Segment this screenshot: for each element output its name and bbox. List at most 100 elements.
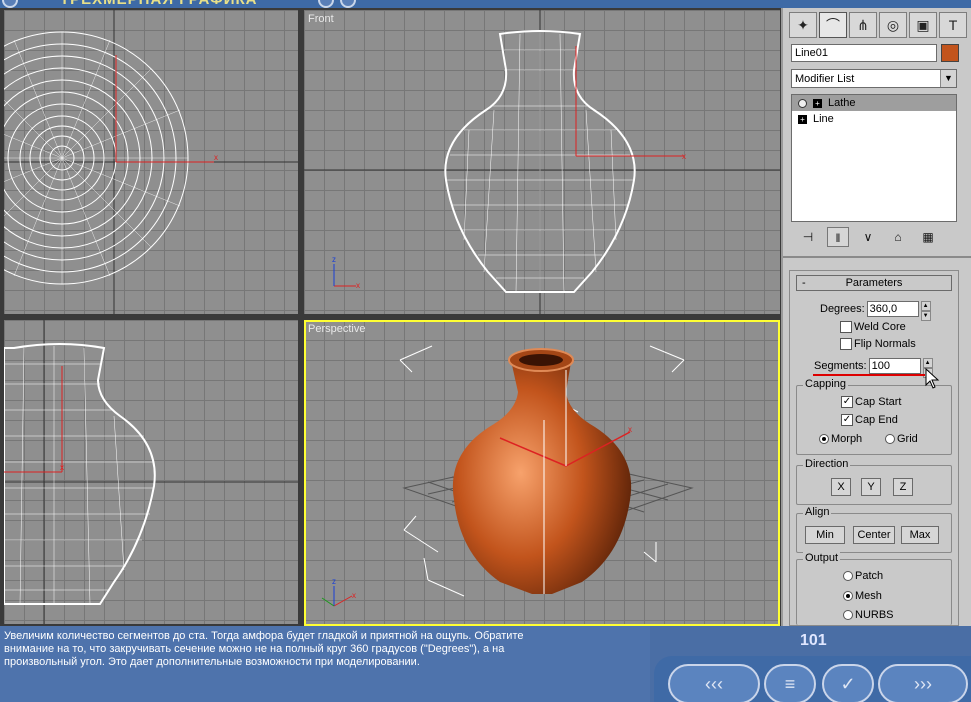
cap-end-checkbox[interactable]: ✓ [841, 414, 853, 426]
menu-button[interactable]: ≡ [764, 664, 816, 702]
remove-modifier-icon[interactable]: ⌂ [887, 227, 909, 247]
app-title: ТРЕХМЕРНАЯ ГРАФИКА [60, 0, 258, 8]
svg-text:x: x [682, 152, 686, 161]
direction-group: Direction X Y Z [796, 458, 952, 505]
divider [783, 256, 971, 258]
forward-button[interactable]: ››› [878, 664, 968, 702]
direction-z-button[interactable]: Z [893, 478, 913, 496]
viewport-area: x Front x z x x Perspective x z x [0, 8, 781, 626]
viewport-top[interactable]: x [4, 10, 298, 314]
create-icon[interactable]: ✦ [789, 12, 817, 38]
direction-x-button[interactable]: X [831, 478, 851, 496]
flip-normals-checkbox[interactable] [840, 338, 852, 350]
degrees-spinner[interactable]: ▲ ▼ [920, 301, 931, 321]
show-end-result-icon[interactable]: ‖ [827, 227, 849, 247]
morph-radio[interactable] [819, 434, 829, 444]
stack-item-line[interactable]: + Line [792, 111, 956, 127]
segments-highlight-underline [813, 374, 925, 376]
rollout-title: Parameters [845, 277, 903, 289]
patch-radio[interactable] [843, 571, 853, 581]
left-view-wireframe: x [4, 320, 298, 624]
svg-text:z: z [332, 577, 336, 586]
rollout-header[interactable]: - Parameters [796, 275, 952, 291]
command-panel: ✦ ⌒ ⋔ ◎ ▣ T Line01 Modifier List ▼ + Lat… [781, 8, 971, 626]
top-view-wireframe: x [4, 10, 298, 314]
cap-start-checkbox[interactable]: ✓ [841, 396, 853, 408]
align-title: Align [803, 506, 832, 518]
align-min-button[interactable]: Min [805, 526, 845, 544]
flip-normals-row: Flip Normals [840, 338, 916, 350]
output-group: Output Patch Mesh NURBS [796, 552, 952, 625]
svg-text:x: x [214, 153, 218, 162]
svg-text:x: x [628, 425, 632, 434]
segments-label: Segments: [814, 360, 867, 372]
modifier-list-label: Modifier List [795, 73, 855, 85]
direction-y-button[interactable]: Y [861, 478, 881, 496]
make-unique-icon[interactable]: ∨ [857, 227, 879, 247]
pin-stack-icon[interactable]: ⊣ [797, 227, 819, 247]
plus-icon[interactable]: + [798, 114, 807, 124]
caption-line: Увеличим количество сегментов до ста. То… [4, 630, 524, 642]
align-center-button[interactable]: Center [853, 526, 895, 544]
morph-label: Morph [831, 433, 863, 445]
object-name-field[interactable]: Line01 [791, 44, 937, 62]
collapse-icon: - [802, 277, 806, 289]
align-group: Align Min Center Max [796, 506, 952, 553]
window-knob-icon[interactable] [318, 0, 334, 8]
segments-row: Segments: 100 ▲▼ [814, 358, 933, 378]
svg-text:x: x [60, 463, 64, 472]
viewport-perspective[interactable]: Perspective x z x [304, 320, 780, 626]
weld-core-row: Weld Core [840, 321, 906, 333]
check-button[interactable]: ✓ [822, 664, 874, 702]
tutorial-caption: Увеличим количество сегментов до ста. То… [0, 626, 650, 702]
display-icon[interactable]: ▣ [909, 12, 937, 38]
cap-start-label: Cap Start [855, 396, 902, 408]
stack-item-lathe[interactable]: + Lathe [792, 95, 956, 111]
object-color-swatch[interactable] [941, 44, 959, 62]
grid-radio[interactable] [885, 434, 895, 444]
nurbs-label: NURBS [855, 609, 894, 621]
caption-line: произвольный угол. Это дает дополнительн… [4, 656, 420, 668]
svg-text:z: z [332, 255, 336, 264]
morph-row: Morph [819, 433, 862, 445]
mesh-row: Mesh [843, 590, 882, 602]
stack-toolbar: ⊣ ‖ ∨ ⌂ ▦ [797, 226, 957, 248]
window-knob-icon[interactable] [2, 0, 18, 8]
motion-icon[interactable]: ◎ [879, 12, 907, 38]
viewport-front[interactable]: Front x z x [304, 10, 780, 314]
viewport-left[interactable]: x [4, 320, 298, 624]
output-title: Output [803, 552, 841, 564]
cap-end-row: ✓ Cap End [841, 414, 898, 426]
svg-text:x: x [356, 281, 360, 290]
chevron-down-icon[interactable]: ▼ [940, 70, 956, 87]
modifier-list-dropdown[interactable]: Modifier List ▼ [791, 69, 957, 88]
flip-normals-label: Flip Normals [854, 338, 916, 350]
window-knob-icon[interactable] [340, 0, 356, 8]
cap-start-row: ✓ Cap Start [841, 396, 901, 408]
align-max-button[interactable]: Max [901, 526, 939, 544]
hierarchy-icon[interactable]: ⋔ [849, 12, 877, 38]
configure-sets-icon[interactable]: ▦ [917, 227, 939, 247]
degrees-field[interactable]: 360,0 [866, 301, 919, 317]
back-button[interactable]: ‹‹‹ [668, 664, 760, 702]
parameters-rollout: - Parameters Degrees: 360,0 ▲ ▼ Weld Core… [789, 270, 959, 626]
page-number: 101 [800, 632, 827, 649]
bulb-icon[interactable] [798, 98, 807, 108]
nurbs-row: NURBS [843, 609, 894, 621]
capping-group: Capping ✓ Cap Start ✓ Cap End Morph Grid [796, 378, 952, 455]
direction-title: Direction [803, 458, 851, 470]
modify-icon[interactable]: ⌒ [819, 12, 847, 38]
caption-line: внимание на то, что закручивать сечение … [4, 643, 505, 655]
degrees-row: Degrees: 360,0 ▲ ▼ [820, 301, 931, 321]
utilities-icon[interactable]: T [939, 12, 967, 38]
weld-core-checkbox[interactable] [840, 321, 852, 333]
plus-icon[interactable]: + [813, 98, 822, 108]
app-window: ТРЕХМЕРНАЯ ГРАФИКА [0, 0, 971, 702]
weld-core-label: Weld Core [854, 321, 906, 333]
segments-field[interactable]: 100 [868, 358, 921, 374]
vase-shape [452, 352, 632, 594]
perspective-render: x z x [321, 345, 694, 607]
nurbs-radio[interactable] [843, 610, 853, 620]
cap-end-label: Cap End [855, 414, 898, 426]
mesh-radio[interactable] [843, 591, 853, 601]
